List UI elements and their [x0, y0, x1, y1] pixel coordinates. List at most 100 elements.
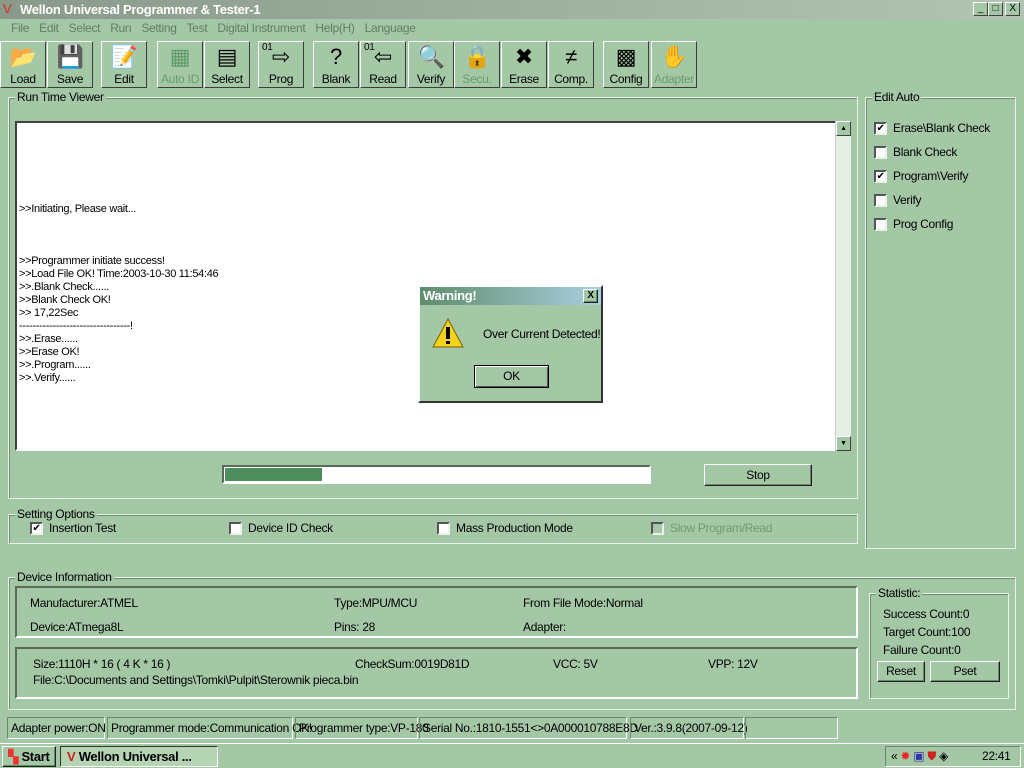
- option-insertion-test[interactable]: ✔ Insertion Test: [30, 521, 116, 536]
- dialog-title: Warning!: [423, 288, 477, 303]
- toolbar-label: Save: [56, 72, 84, 86]
- read-button[interactable]: 01 ⇦ Read: [360, 41, 406, 88]
- load-button[interactable]: 📂 Load: [0, 41, 46, 88]
- ok-button[interactable]: OK: [474, 365, 549, 388]
- edit-button[interactable]: 📝 Edit: [101, 41, 147, 88]
- option-mass-production-mode[interactable]: Mass Production Mode: [437, 521, 573, 536]
- maximize-button[interactable]: □: [988, 2, 1003, 16]
- secu-button[interactable]: 🔒 Secu.: [454, 41, 500, 88]
- select-button[interactable]: ▤ Select: [204, 41, 250, 88]
- menu-help-h-[interactable]: Help(H): [310, 19, 359, 37]
- edit-auto-erase-blank-check[interactable]: ✔ Erase\Blank Check: [874, 121, 990, 136]
- erase-button[interactable]: ✖ Erase: [501, 41, 547, 88]
- taskbar: ▚ Start V Wellon Universal ... « ✹ ▣ ⛊ ◈…: [0, 743, 1024, 768]
- edit-auto-program-verify[interactable]: ✔ Program\Verify: [874, 169, 968, 184]
- reset-button[interactable]: Reset: [877, 661, 925, 682]
- dialog-title-bar: Warning!: [420, 287, 601, 305]
- prefix-label: 01: [262, 42, 273, 53]
- chip-erase-icon: ✖: [514, 44, 534, 69]
- option-slow-program-read[interactable]: Slow Program/Read: [651, 521, 773, 536]
- device-information-label: Device Information: [15, 570, 114, 584]
- scroll-down-icon[interactable]: ▼: [836, 436, 851, 451]
- from-file-mode-text: From File Mode:Normal: [523, 596, 643, 610]
- menu-digital-instrument[interactable]: Digital Instrument: [212, 19, 310, 37]
- pins-text: Pins: 28: [334, 620, 375, 634]
- verify-button[interactable]: 🔍 Verify: [408, 41, 454, 88]
- dialog-close-button[interactable]: X: [583, 289, 598, 303]
- edit-auto-verify[interactable]: Verify: [874, 193, 922, 208]
- edit-auto-group: Edit Auto: [865, 90, 1016, 549]
- windows-logo-icon: ▚: [8, 749, 19, 764]
- minimize-button[interactable]: _: [973, 2, 988, 16]
- type-text: Type:MPU/MCU: [334, 596, 418, 610]
- toolbar-label: Erase: [509, 72, 539, 86]
- tray-virus-icon[interactable]: ✹: [900, 749, 910, 763]
- menu-run[interactable]: Run: [105, 19, 136, 37]
- vpp-text: VPP: 12V: [708, 657, 758, 671]
- edit-auto-label: Edit Auto: [872, 90, 922, 104]
- dialog-message: Over Current Detected!: [483, 327, 601, 341]
- menu-edit[interactable]: Edit: [34, 19, 63, 37]
- prog-button[interactable]: 01 ⇨ Prog: [258, 41, 304, 88]
- checkbox-label: Prog Config: [893, 217, 954, 231]
- menu-bar: File Edit Select Run Setting Test Digital Inst…: [0, 19, 1024, 37]
- save-button[interactable]: 💾 Save: [47, 41, 93, 88]
- pset-button[interactable]: Pset: [930, 661, 1000, 682]
- toolbar-label: Select: [211, 72, 243, 86]
- log-line: >>Initiating, Please wait...: [19, 203, 136, 215]
- tray-shield-icon[interactable]: ⛊: [927, 749, 936, 763]
- device-panel: [15, 586, 858, 638]
- title-bar: Wellon Universal Programmer & Tester-1: [0, 0, 1024, 19]
- checkbox-label: Erase\Blank Check: [893, 121, 990, 135]
- warning-icon: [432, 317, 464, 348]
- checkbox[interactable]: ✔: [874, 122, 887, 136]
- warning-dialog: Warning! X Over Current Detected! OK: [418, 285, 603, 403]
- close-button[interactable]: X: [1005, 2, 1020, 16]
- menu-select[interactable]: Select: [64, 19, 106, 37]
- taskbar-task-wellon[interactable]: V Wellon Universal ...: [60, 746, 218, 767]
- tray-speaker-icon[interactable]: ◈: [939, 749, 948, 763]
- size-text: Size:1110H * 16 ( 4 K * 16 ): [33, 657, 171, 671]
- stop-button[interactable]: Stop: [704, 464, 812, 486]
- menu-test[interactable]: Test: [182, 19, 213, 37]
- checkbox[interactable]: [651, 522, 664, 536]
- status-field: Programmer type:VP-180: [295, 717, 429, 739]
- tray-network-icon[interactable]: ▣: [913, 749, 924, 763]
- comp-button[interactable]: ≠ Comp.: [548, 41, 594, 88]
- option-device-id-check[interactable]: Device ID Check: [229, 521, 333, 536]
- checkbox[interactable]: ✔: [30, 522, 43, 536]
- edit-auto-prog-config[interactable]: Prog Config: [874, 217, 954, 232]
- config-button[interactable]: ▩ Config: [603, 41, 649, 88]
- folder-icon: 📂: [9, 44, 37, 69]
- menu-setting[interactable]: Setting: [136, 19, 181, 37]
- file-path-text: File:C:\Documents and Settings\Tomki\Pul…: [33, 673, 359, 687]
- checkbox[interactable]: [874, 146, 887, 160]
- clock: 22:41: [982, 749, 1011, 763]
- start-button[interactable]: ▚ Start: [2, 746, 56, 767]
- checkbox[interactable]: [437, 522, 450, 536]
- menu-file[interactable]: File: [6, 19, 34, 37]
- tray-expand-icon[interactable]: «: [891, 749, 898, 763]
- edit-auto-blank-check[interactable]: Blank Check: [874, 145, 957, 160]
- task-label: Wellon Universal ...: [78, 749, 192, 764]
- checkbox[interactable]: [874, 218, 887, 232]
- log-scrollbar[interactable]: ▲ ▼: [835, 121, 851, 451]
- scroll-up-icon[interactable]: ▲: [836, 121, 851, 136]
- statistic-label: Statistic:: [876, 586, 923, 600]
- checkbox[interactable]: [229, 522, 242, 536]
- app-logo-icon: V: [67, 749, 76, 764]
- checkbox[interactable]: ✔: [874, 170, 887, 184]
- blank-button[interactable]: ? Blank: [313, 41, 359, 88]
- log-line: >>Load File OK! Time:2003-10-30 11:54:46: [19, 268, 219, 280]
- toolbar-label: Comp.: [554, 72, 588, 86]
- adapter-button[interactable]: ✋ Adapter: [651, 41, 697, 88]
- app-logo-icon: V: [3, 1, 12, 16]
- auto-id-button[interactable]: ▦ Auto ID: [157, 41, 203, 88]
- menu-language[interactable]: Language: [360, 19, 421, 37]
- target-count: Target Count:100: [883, 625, 971, 639]
- checkbox[interactable]: [874, 194, 887, 208]
